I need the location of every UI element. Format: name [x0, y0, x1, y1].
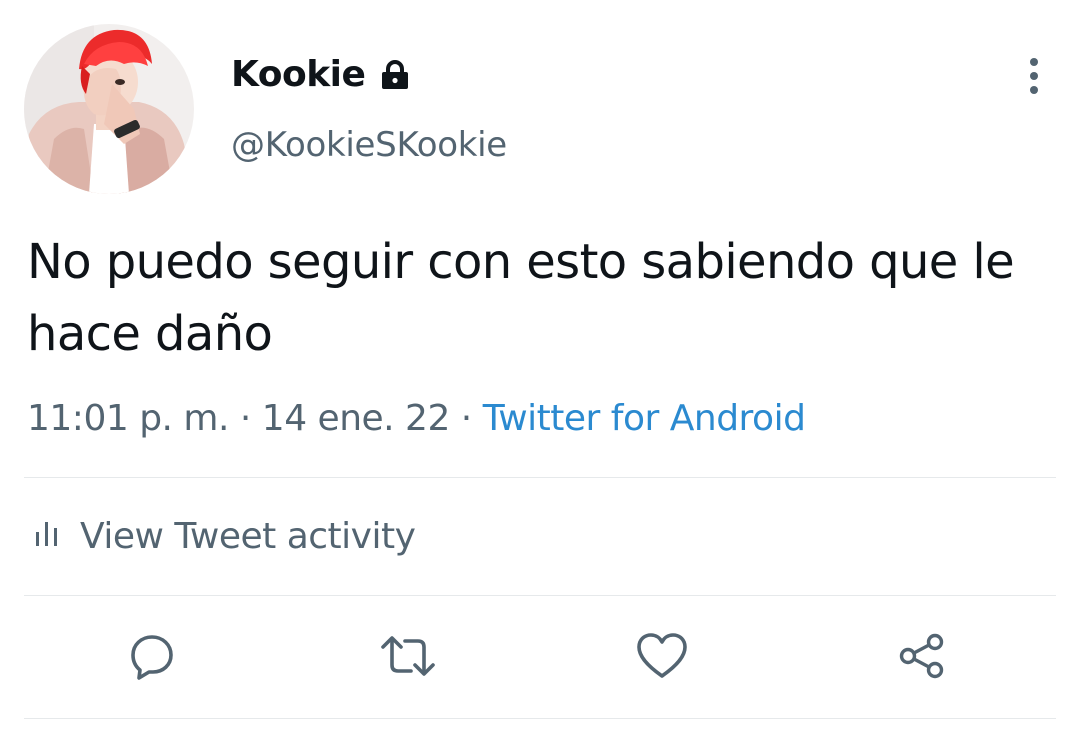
- share-button[interactable]: [894, 630, 950, 686]
- bar-chart-icon: [34, 512, 60, 562]
- tweet-date: 14 ene. 22: [261, 398, 451, 439]
- retweet-icon: [379, 631, 437, 685]
- heart-icon: [635, 631, 689, 685]
- view-tweet-activity-label: View Tweet activity: [80, 516, 416, 557]
- reply-icon: [127, 631, 177, 685]
- user-handle[interactable]: @KookieSKookie: [231, 122, 507, 168]
- divider: [24, 477, 1056, 478]
- tweet-time: 11:01 p. m.: [27, 398, 229, 439]
- display-name-text: Kookie: [231, 54, 366, 95]
- retweet-button[interactable]: [380, 630, 436, 686]
- avatar-photo: [24, 24, 194, 194]
- divider: [24, 718, 1056, 719]
- divider: [24, 595, 1056, 596]
- share-icon: [897, 631, 947, 685]
- tweet-source-link[interactable]: Twitter for Android: [483, 398, 806, 439]
- tweet-meta: 11:01 p. m. · 14 ene. 22 · Twitter for A…: [27, 394, 806, 444]
- meta-separator: ·: [449, 398, 483, 439]
- more-options-icon[interactable]: [1018, 56, 1050, 96]
- avatar[interactable]: [24, 24, 194, 194]
- reply-button[interactable]: [124, 630, 180, 686]
- lock-icon: [379, 60, 411, 90]
- tweet-text: No puedo seguir con esto sabiendo que le…: [27, 234, 1015, 362]
- display-name[interactable]: Kookie: [231, 52, 411, 98]
- meta-separator: ·: [228, 398, 262, 439]
- view-tweet-activity[interactable]: View Tweet activity: [34, 512, 416, 562]
- like-button[interactable]: [634, 630, 690, 686]
